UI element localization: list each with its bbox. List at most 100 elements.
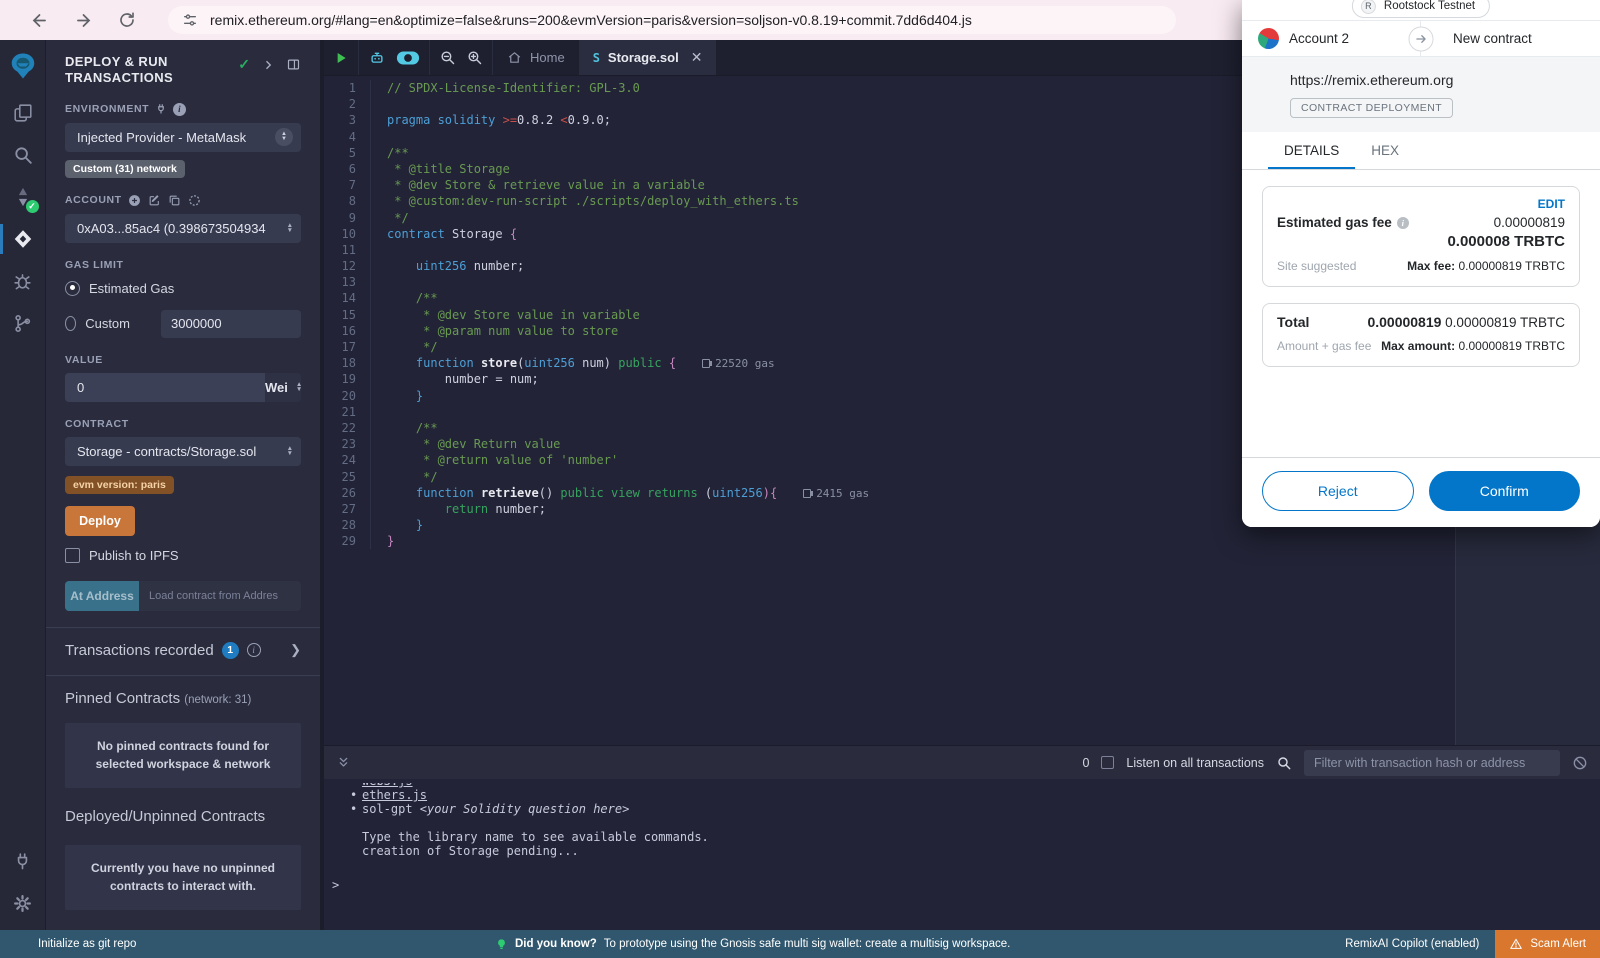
environment-select[interactable]: Injected Provider - MetaMask ▲▼ (65, 123, 301, 152)
chevron-right-icon[interactable]: ❯ (290, 642, 301, 658)
remixai-robot-icon[interactable] (368, 49, 386, 67)
forward-icon[interactable] (66, 3, 100, 37)
chevron-updown-icon: ▲▼ (287, 446, 293, 456)
deploy-run-icon[interactable] (0, 218, 46, 260)
back-icon[interactable] (22, 3, 56, 37)
value-unit-select[interactable]: Wei ▲▼ (265, 373, 301, 402)
environment-label: ENVIRONMENT (65, 103, 149, 115)
address-bar[interactable]: remix.ethereum.org/#lang=en&optimize=fal… (168, 6, 1176, 34)
file-explorer-icon[interactable] (0, 92, 46, 134)
zoom-out-icon[interactable] (439, 49, 456, 66)
contract-select[interactable]: Storage - contracts/Storage.sol ▲▼ (65, 437, 301, 466)
home-icon (507, 50, 522, 65)
debugger-icon[interactable] (0, 260, 46, 302)
gas-pump-icon (803, 489, 811, 498)
pinned-network-label: (network: 31) (184, 694, 251, 706)
gas-fee-currency: 0.000008 TRBTC (1447, 233, 1565, 250)
transactions-recorded-label: Transactions recorded (65, 642, 214, 659)
account-edit-icon[interactable] (148, 194, 161, 207)
pinned-contracts-heading: Pinned Contracts (network: 31) (65, 690, 301, 707)
zoom-in-icon[interactable] (466, 49, 483, 66)
at-address-input[interactable] (139, 581, 301, 611)
terminal-filter-input[interactable] (1304, 750, 1560, 776)
expand-panel-icon[interactable] (262, 59, 274, 71)
tab-close-icon[interactable]: ✕ (691, 49, 703, 66)
network-pill[interactable]: R Rootstock Testnet (1352, 0, 1490, 18)
solidity-compiler-icon[interactable]: ✓ (0, 176, 46, 218)
gas-fee-value: 0.00000819 (1447, 215, 1565, 230)
url-text: remix.ethereum.org/#lang=en&optimize=fal… (210, 12, 972, 28)
copilot-toggle-icon[interactable] (396, 50, 420, 66)
terminal-output[interactable]: •web3.js •ethers.js •sol-gpt <your Solid… (324, 779, 1600, 930)
total-rest-value: 0.00000819 TRBTC (1441, 315, 1565, 330)
terminal-link-ethers[interactable]: ethers.js (362, 788, 427, 802)
total-bold-value: 0.00000819 (1367, 314, 1441, 330)
value-label: VALUE (65, 354, 103, 366)
solidity-file-icon: S (593, 51, 600, 65)
site-settings-icon[interactable] (182, 12, 198, 28)
custom-gas-input[interactable] (161, 310, 301, 338)
scam-alert-button[interactable]: Scam Alert (1495, 930, 1600, 958)
git-icon[interactable] (0, 302, 46, 344)
custom-gas-radio[interactable] (65, 316, 76, 331)
max-fee-value: 0.00000819 TRBTC (1455, 259, 1565, 273)
tip-text: To prototype using the Gnosis safe multi… (604, 938, 1011, 950)
tab-storage-sol[interactable]: S Storage.sol ✕ (579, 40, 717, 75)
account-select[interactable]: 0xA03...85ac4 (0.398673504934 ▲▼ (65, 214, 301, 243)
pin-panel-icon[interactable] (286, 57, 301, 72)
gas-info-icon[interactable]: i (1397, 217, 1409, 229)
account-refresh-icon[interactable] (188, 194, 201, 207)
edit-gas-link[interactable]: EDIT (1277, 197, 1565, 211)
env-info-icon[interactable]: i (173, 103, 186, 116)
account-copy-icon[interactable] (168, 194, 181, 207)
git-init-button[interactable]: Initialize as git repo (38, 938, 136, 950)
copilot-status[interactable]: RemixAI Copilot (enabled) (1345, 938, 1479, 950)
confirm-button[interactable]: Confirm (1429, 471, 1581, 511)
success-check-icon: ✓ (238, 56, 250, 73)
reload-icon[interactable] (110, 3, 144, 37)
account-add-icon[interactable] (128, 194, 141, 207)
transactions-info-icon[interactable]: i (247, 643, 261, 657)
site-suggested-label: Site suggested (1277, 259, 1356, 273)
account-label: ACCOUNT (65, 194, 122, 206)
run-script-button[interactable] (324, 40, 359, 75)
listen-checkbox[interactable] (1101, 756, 1114, 769)
publish-ipfs-row[interactable]: Publish to IPFS (65, 548, 301, 563)
reject-button[interactable]: Reject (1262, 471, 1414, 511)
collapse-terminal-icon[interactable] (336, 755, 351, 770)
chevron-updown-icon: ▲▼ (287, 223, 293, 233)
status-bar: Initialize as git repo Did you know? To … (0, 930, 1600, 958)
estimated-gas-radio[interactable]: Estimated Gas (65, 281, 301, 296)
max-fee-label: Max fee: (1407, 259, 1455, 273)
env-plug-icon (155, 103, 167, 115)
transactions-recorded-row[interactable]: Transactions recorded 1 i ❯ (65, 642, 301, 659)
at-address-button[interactable]: At Address (65, 581, 139, 611)
search-icon[interactable] (0, 134, 46, 176)
transactions-count-badge: 1 (222, 642, 239, 659)
pinned-empty-message: No pinned contracts found for selected w… (65, 723, 301, 788)
terminal-info-line: Type the library name to see available c… (350, 830, 1600, 844)
terminal-prompt[interactable]: > (332, 878, 339, 892)
tab-details[interactable]: DETAILS (1268, 132, 1355, 169)
unpinned-contracts-heading: Deployed/Unpinned Contracts (65, 808, 301, 825)
deploy-button[interactable]: Deploy (65, 506, 135, 536)
warning-icon (1509, 937, 1523, 951)
plugin-manager-icon[interactable] (0, 840, 46, 882)
clear-terminal-icon[interactable] (1572, 755, 1588, 771)
value-input[interactable] (65, 373, 265, 402)
max-amount-value: 0.00000819 TRBTC (1455, 339, 1565, 353)
publish-ipfs-checkbox[interactable] (65, 548, 80, 563)
terminal-search-icon[interactable] (1276, 755, 1292, 771)
settings-icon[interactable] (0, 882, 46, 924)
activity-bar: ✓ (0, 40, 46, 930)
evm-version-badge: evm version: paris (65, 476, 174, 494)
tab-home[interactable]: Home (493, 40, 579, 75)
remix-logo-icon[interactable] (0, 40, 46, 92)
total-card: Total 0.00000819 0.00000819 TRBTC Amount… (1262, 303, 1580, 367)
sender-account[interactable]: Account 2 (1242, 21, 1421, 56)
terminal-panel: 0 Listen on all transactions •web3.js •e… (324, 745, 1600, 930)
network-name: Rootstock Testnet (1384, 0, 1475, 12)
account-name: Account 2 (1289, 31, 1349, 46)
tab-hex[interactable]: HEX (1355, 132, 1415, 169)
terminal-header: 0 Listen on all transactions (324, 745, 1600, 779)
